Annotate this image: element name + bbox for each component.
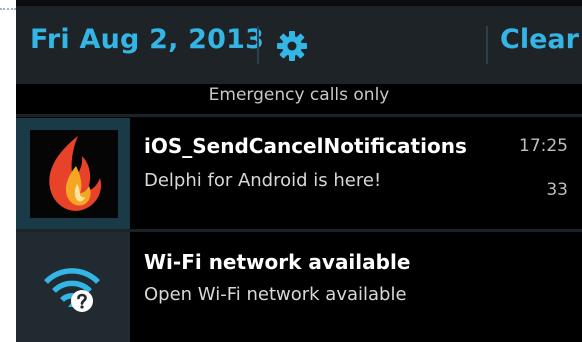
clear-button[interactable]: Clear — [500, 24, 579, 55]
delphi-flame-icon — [49, 136, 102, 211]
notification-icon-area — [16, 118, 130, 230]
app-icon-frame — [30, 130, 118, 218]
header-divider — [257, 26, 259, 64]
notification-item[interactable]: Wi-Fi network available Open Wi-Fi netwo… — [16, 232, 582, 342]
screenshot-frame: Fri Aug 2, 2013 Clear Emergency calls on… — [0, 0, 582, 342]
gear-icon[interactable] — [274, 28, 310, 64]
notification-icon-area — [16, 232, 130, 342]
header-divider — [486, 26, 488, 64]
notification-title: iOS_SendCancelNotifications — [144, 134, 467, 158]
notification-item[interactable]: iOS_SendCancelNotifications Delphi for A… — [16, 118, 582, 230]
divider — [16, 114, 582, 117]
notification-title: Wi-Fi network available — [144, 250, 411, 274]
notification-count: 33 — [546, 180, 568, 200]
wifi-question-icon — [44, 268, 100, 312]
emergency-status: Emergency calls only — [16, 84, 582, 114]
date-label: Fri Aug 2, 2013 — [30, 24, 265, 55]
dotted-guide — [0, 8, 16, 12]
shade-header: Fri Aug 2, 2013 Clear — [16, 0, 582, 84]
notification-text: Delphi for Android is here! — [144, 170, 382, 191]
notification-text: Open Wi-Fi network available — [144, 284, 407, 305]
notification-time: 17:25 — [519, 136, 568, 156]
notification-shade: Fri Aug 2, 2013 Clear Emergency calls on… — [16, 0, 582, 342]
